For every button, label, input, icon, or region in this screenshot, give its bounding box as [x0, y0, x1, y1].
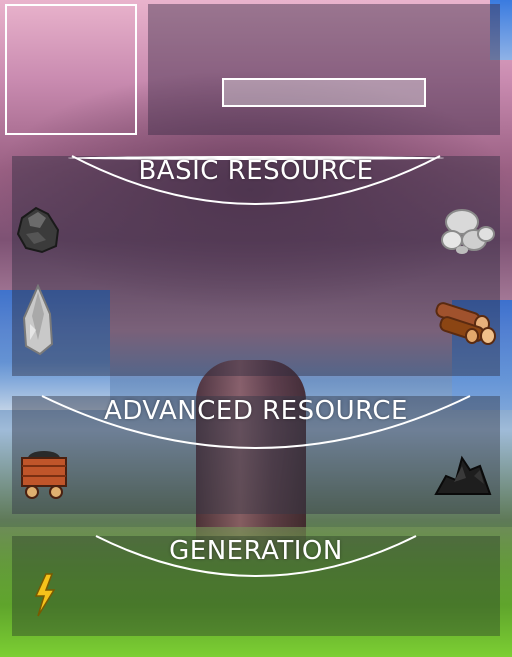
wood-logs-icon[interactable] [432, 302, 496, 346]
top-info-panel [148, 4, 500, 135]
progress-bar [222, 78, 426, 107]
lightning-icon[interactable] [32, 572, 58, 618]
generation-title: GENERATION [169, 536, 343, 566]
stone-pile-icon[interactable] [440, 206, 496, 256]
advanced-resource-panel: ADVANCED RESOURCE [12, 396, 500, 514]
basic-resource-panel: .arc-basic::before{} BASIC RESOURCE [12, 156, 500, 376]
minecart-icon[interactable] [18, 446, 70, 500]
flint-icon[interactable] [20, 283, 56, 356]
portrait-frame[interactable] [5, 4, 137, 135]
advanced-resource-title: ADVANCED RESOURCE [104, 396, 408, 426]
basic-resource-title: BASIC RESOURCE [138, 156, 374, 186]
coal-pile-icon[interactable] [434, 452, 492, 496]
coal-rock-icon[interactable] [16, 204, 60, 254]
generation-panel: GENERATION [12, 536, 500, 636]
